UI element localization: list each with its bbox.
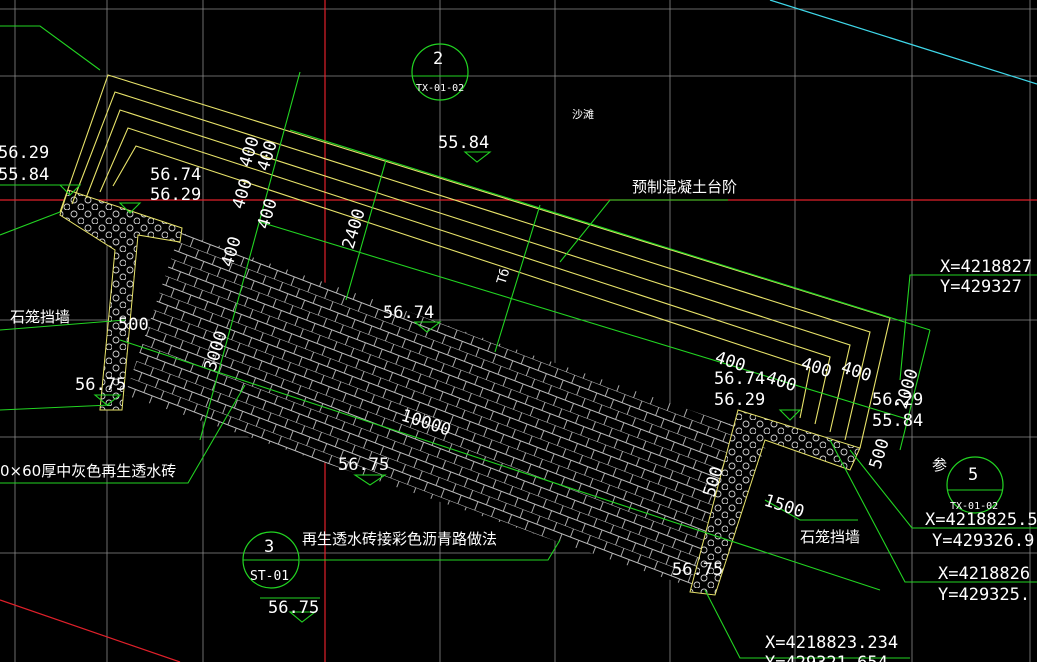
coordinate-y: Y=429321.654 xyxy=(765,653,888,662)
coordinate-x: X=4218826 xyxy=(938,564,1030,584)
coordinate-labels: X=4218827 Y=429327 X=4218825.5 Y=429326.… xyxy=(765,257,1037,662)
elevation-label: 55.84 xyxy=(0,165,49,185)
callout-3-ref: ST-01 xyxy=(250,569,289,584)
elevation-label: 56.74 xyxy=(383,303,434,323)
coordinate-x: X=4218825.5 xyxy=(925,510,1037,530)
joint-detail-label: 再生透水砖接彩色沥青路做法 xyxy=(302,530,497,548)
coordinate-y: Y=429325. xyxy=(938,585,1030,605)
elevation-label: 55.84 xyxy=(438,133,489,153)
reference-label: 参 xyxy=(932,456,947,474)
dimension-label: 400 xyxy=(763,368,798,397)
dimension-label: 400 xyxy=(254,196,282,231)
elevation-label: 56.75 xyxy=(75,375,126,395)
coordinate-x: X=4218823.234 xyxy=(765,633,898,653)
elevation-label: 56.29 xyxy=(714,390,765,410)
callout-5-number: 5 xyxy=(968,465,978,485)
gabion-wall-left-label: 石笼挡墙 xyxy=(10,308,70,326)
elevation-label: 56.75 xyxy=(268,598,319,618)
precast-step-label: 预制混凝土台阶 xyxy=(632,178,737,196)
callout-3-number: 3 xyxy=(264,537,274,557)
dimension-label: 500 xyxy=(866,436,894,471)
gabion-wall-right-label: 石笼挡墙 xyxy=(800,528,860,546)
permeable-brick-label: 0×60厚中灰色再生透水砖 xyxy=(0,462,176,480)
dimension-label: 500 xyxy=(118,315,149,335)
elevation-label: 56.75 xyxy=(672,560,723,580)
coordinate-y: Y=429326.9 xyxy=(932,531,1034,551)
callout-5[interactable]: 5 TX-01-02 xyxy=(946,456,1004,514)
elevation-label: 56.29 xyxy=(150,185,201,205)
cad-drawing-canvas[interactable]: 2 TX-01-02 3 ST-01 5 TX-01-02 56.29 55.8… xyxy=(0,0,1037,662)
sand-label: 沙滩 xyxy=(572,107,594,121)
elevation-label: 56.29 xyxy=(0,143,49,163)
cyan-boundary-line xyxy=(769,0,1037,85)
coordinate-y: Y=429327 xyxy=(940,277,1022,297)
elevation-label: 55.84 xyxy=(872,411,923,431)
dimension-label: 2400 xyxy=(339,206,370,251)
dimension-label: 400 xyxy=(838,358,873,387)
callout-2-number: 2 xyxy=(433,49,443,69)
dimension-label: 1500 xyxy=(761,491,806,523)
dimension-label: 400 xyxy=(229,176,257,211)
elevation-label: 56.75 xyxy=(338,455,389,475)
elevation-label: 56.74 xyxy=(150,165,201,185)
callout-2-ref: TX-01-02 xyxy=(416,83,464,94)
callout-3[interactable]: 3 ST-01 xyxy=(242,531,300,589)
dimension-label: 400 xyxy=(798,354,833,383)
coordinate-x: X=4218827 xyxy=(940,257,1032,277)
